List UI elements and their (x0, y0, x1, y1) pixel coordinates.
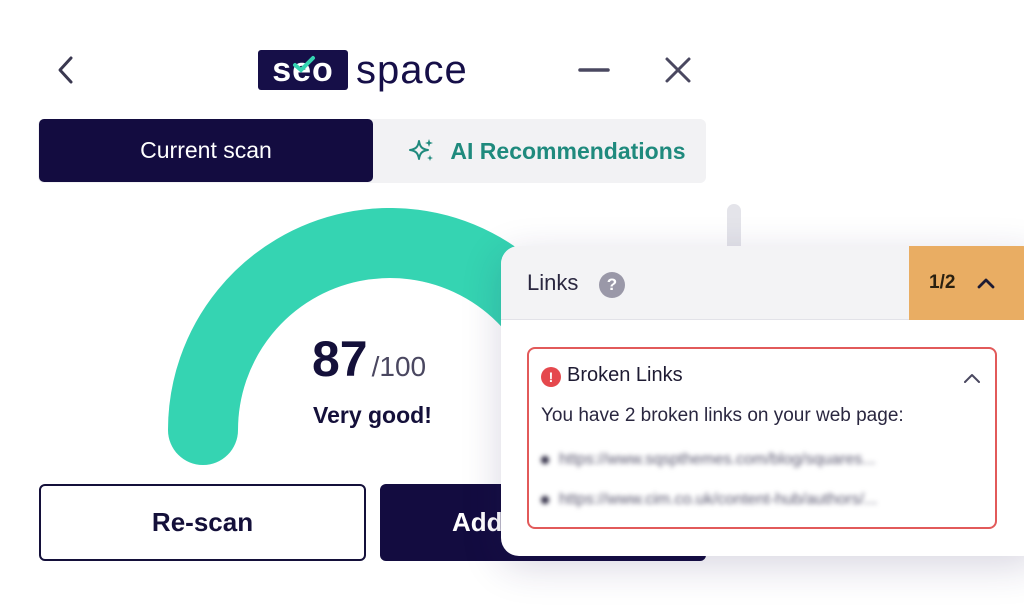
tab-current-scan[interactable]: Current scan (39, 119, 373, 182)
back-button[interactable] (46, 50, 86, 90)
pager-count: 1/2 (929, 272, 956, 293)
close-button[interactable] (658, 50, 698, 90)
rescan-button-label: Re-scan (151, 507, 254, 537)
logo-text: space (356, 48, 468, 92)
tab-ai-recommendations-label: AI Recommendations (450, 137, 686, 164)
error-icon: ! (541, 367, 561, 387)
tab-current-scan-label: Current scan (140, 137, 272, 163)
issue-title: Broken Links (567, 364, 683, 386)
bullet-icon (541, 496, 549, 504)
broken-links-issue: ! Broken Links You have 2 broken links o… (527, 347, 997, 529)
broken-link-url: https://www.cim.co.uk/content-hub/author… (559, 491, 878, 508)
chevron-left-icon (58, 56, 73, 84)
links-card-header: Links ? 1/2 (501, 246, 1024, 320)
sparkles-icon (409, 139, 434, 161)
logo-box: seo (258, 50, 348, 90)
issue-pager[interactable]: 1/2 (909, 246, 1024, 320)
scan-tabs: Current scan AI Recommendations (38, 119, 706, 183)
tab-ai-recommendations[interactable]: AI Recommendations (388, 119, 706, 183)
checkmark-icon (293, 56, 315, 73)
help-icon-glyph: ? (606, 275, 618, 294)
score-label: Very good! (313, 402, 432, 428)
chevron-up-icon (978, 278, 995, 289)
close-icon (665, 57, 691, 83)
seospace-logo: seo space (258, 48, 468, 92)
score-display: 87 /100 (312, 330, 426, 388)
broken-link-item[interactable]: https://www.sqspthemes.com/blog/squares.… (541, 451, 876, 469)
broken-link-url: https://www.sqspthemes.com/blog/squares.… (559, 451, 876, 468)
links-card: Links ? 1/2 ! Broken Links You have 2 br… (501, 246, 1024, 556)
links-card-title: Links (527, 270, 579, 295)
issue-description: You have 2 broken links on your web page… (541, 405, 904, 426)
chevron-up-icon (964, 374, 980, 383)
collapse-issue-button[interactable] (959, 365, 985, 391)
score-value: 87 (312, 331, 368, 387)
bullet-icon (541, 456, 549, 464)
minus-icon (578, 68, 610, 72)
add-button-label: Add (452, 507, 503, 537)
help-icon[interactable]: ? (599, 272, 625, 298)
rescan-button[interactable]: Re-scan (39, 484, 366, 561)
score-max: /100 (371, 351, 427, 382)
broken-link-item[interactable]: https://www.cim.co.uk/content-hub/author… (541, 491, 877, 509)
minimize-button[interactable] (574, 50, 614, 90)
